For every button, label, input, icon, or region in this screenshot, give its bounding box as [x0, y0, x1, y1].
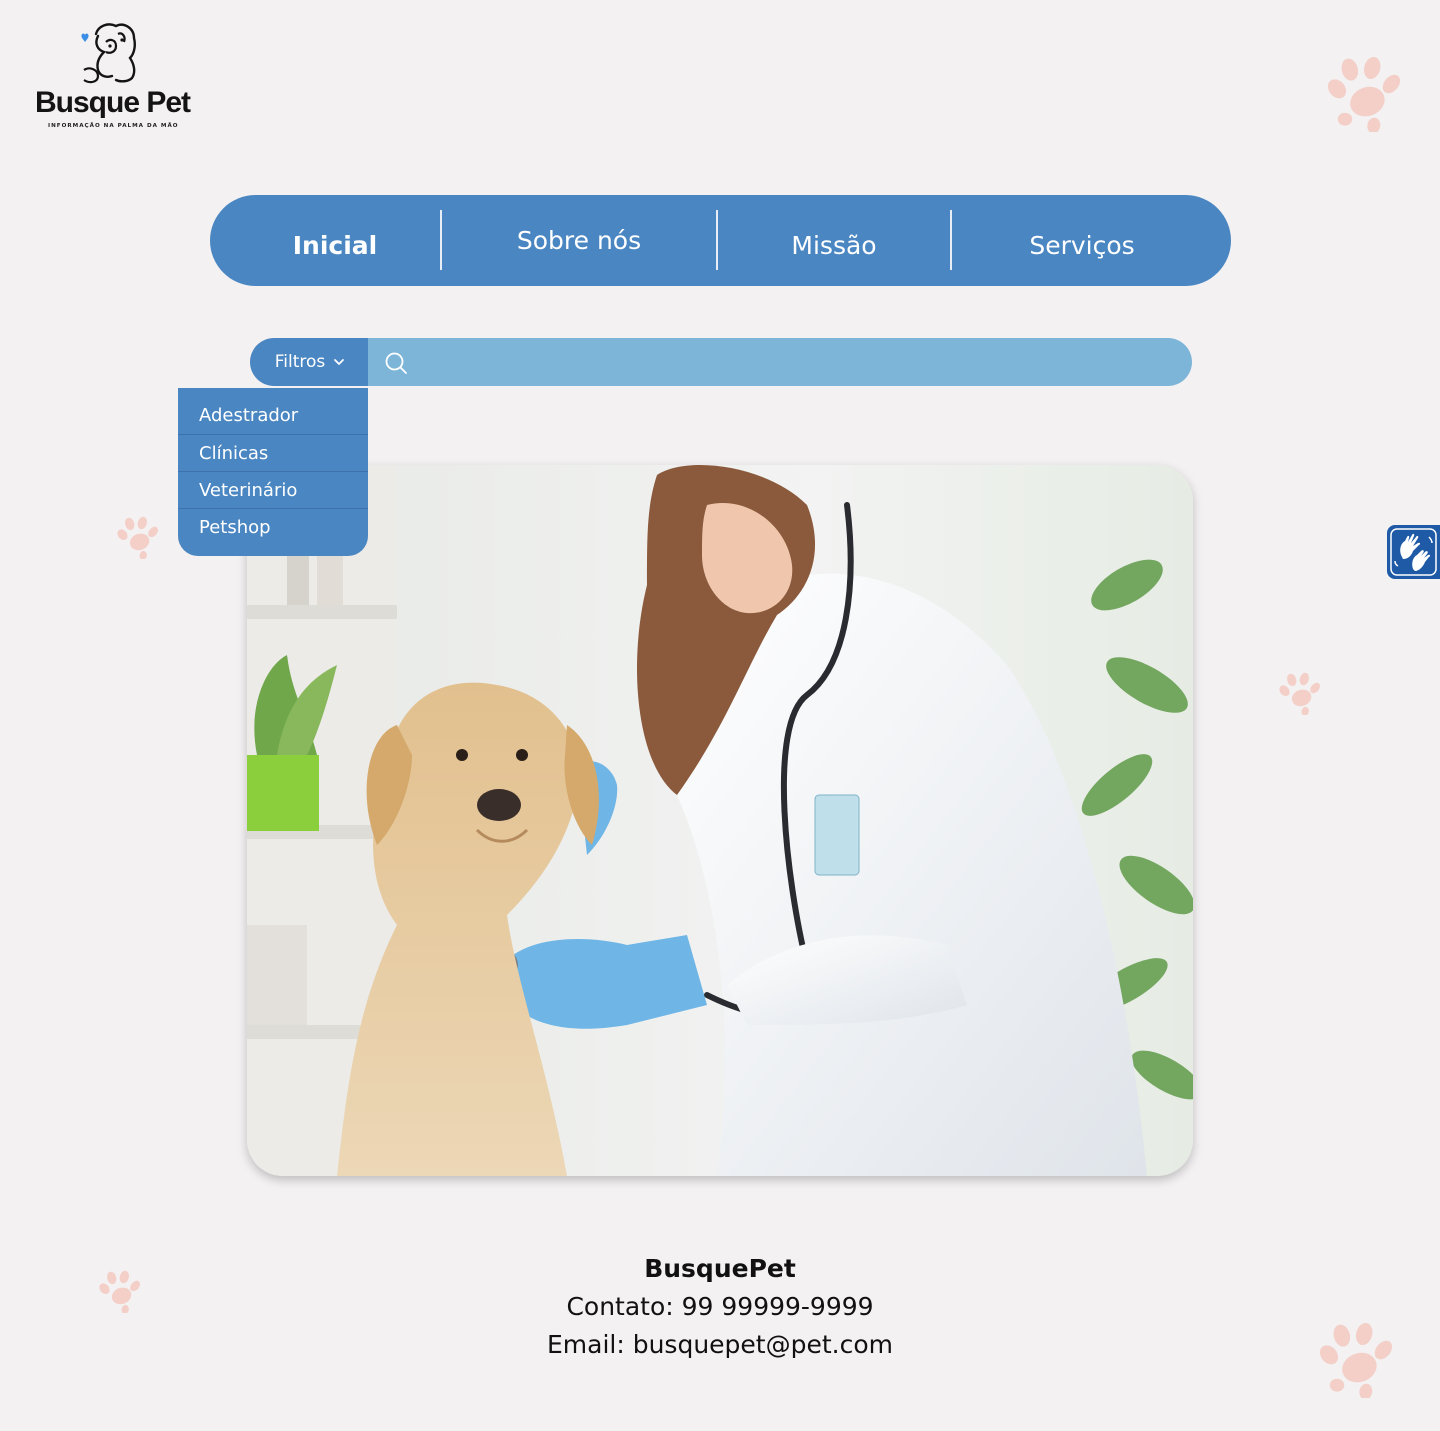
logo[interactable]: Busque Pet INFORMAÇÃO NA PALMA DA MÃO — [32, 20, 192, 135]
chevron-down-icon — [334, 359, 345, 365]
search-bar — [368, 338, 1192, 386]
footer: BusquePet Contato: 99 99999-9999 Email: … — [420, 1250, 1020, 1364]
paw-decoration-icon — [1319, 1322, 1393, 1398]
paw-decoration-icon — [117, 516, 158, 559]
pet-logo-icon — [81, 23, 136, 84]
filters-dropdown-button[interactable]: Filtros — [250, 338, 370, 386]
nav-item-sobre-nos[interactable]: Sobre nós — [442, 195, 716, 286]
filters-menu: Adestrador Clínicas Veterinário Petshop — [178, 388, 368, 556]
paw-decoration-icon — [1279, 672, 1320, 715]
page: Busque Pet INFORMAÇÃO NA PALMA DA MÃO In… — [0, 0, 1440, 1431]
filter-option-clinicas[interactable]: Clínicas — [178, 435, 368, 472]
brand-tagline: INFORMAÇÃO NA PALMA DA MÃO — [48, 123, 179, 129]
hero-image — [247, 465, 1193, 1176]
nav-item-inicial[interactable]: Inicial — [230, 200, 440, 291]
footer-contact: Contato: 99 99999-9999 — [566, 1292, 874, 1321]
paw-decoration-icon — [1327, 56, 1401, 132]
paw-decoration-icon — [99, 1270, 140, 1313]
sign-language-icon — [1390, 528, 1437, 576]
brand-name: Busque Pet — [35, 86, 191, 119]
veterinarian-dog-illustration — [247, 465, 1193, 1176]
nav-item-missao[interactable]: Missão — [718, 200, 950, 291]
sign-language-accessibility-button[interactable] — [1387, 525, 1440, 579]
footer-email[interactable]: Email: busquepet@pet.com — [420, 1326, 1020, 1364]
filter-option-veterinario[interactable]: Veterinário — [178, 472, 368, 509]
filter-option-petshop[interactable]: Petshop — [178, 509, 368, 546]
footer-brand: BusquePet — [644, 1254, 796, 1283]
nav-item-servicos[interactable]: Serviços — [952, 200, 1212, 291]
filter-option-adestrador[interactable]: Adestrador — [178, 388, 368, 435]
search-icon[interactable] — [384, 351, 408, 375]
search-input[interactable] — [416, 346, 1166, 378]
filters-label: Filtros — [274, 352, 326, 372]
main-nav: Inicial Sobre nós Missão Serviços — [210, 195, 1231, 286]
